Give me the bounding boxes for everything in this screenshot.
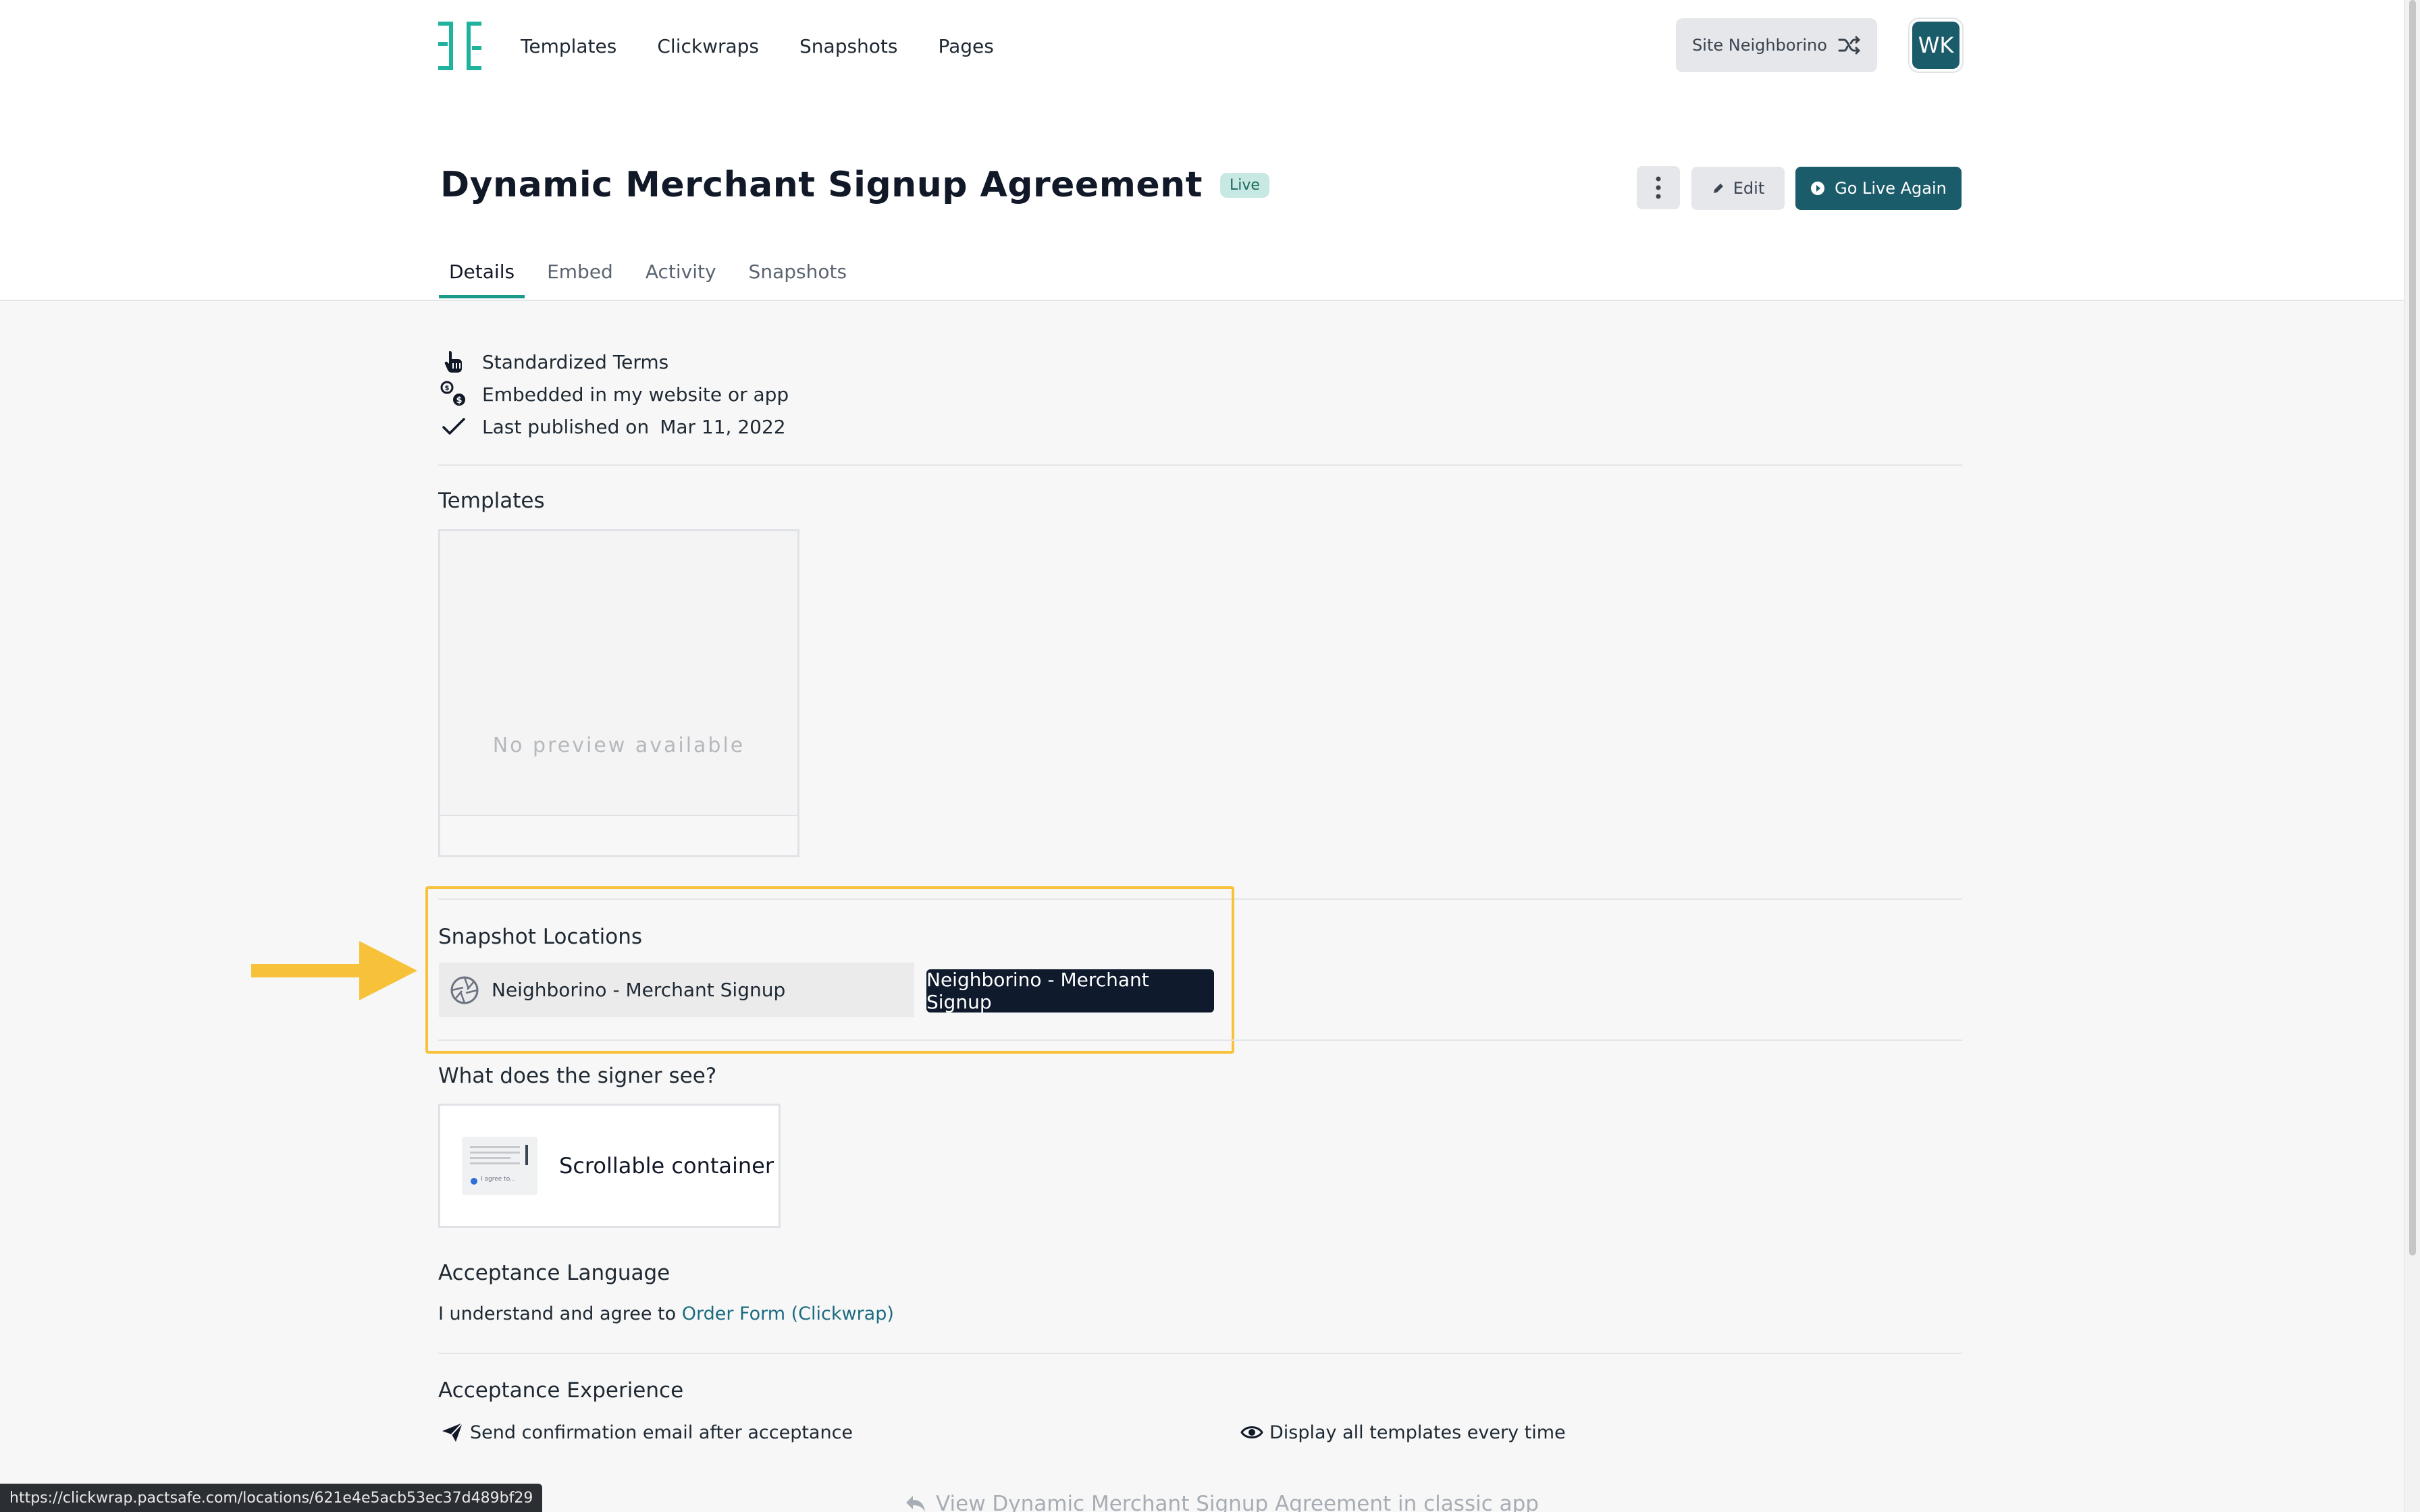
page-title: Dynamic Merchant Signup Agreement (440, 165, 1203, 205)
snapshot-location-item[interactable]: Neighborino - Merchant Signup (439, 963, 914, 1017)
play-circle-icon (1811, 182, 1825, 195)
kebab-menu-icon (1656, 176, 1661, 199)
meta-embedded: $ $ Embedded in my website or app (440, 378, 789, 410)
divider (438, 464, 1962, 466)
display-templates-item: Display all templates every time (1240, 1420, 1566, 1444)
clickwrap-meta: Standardized Terms $ $ Embedded in my we… (440, 346, 789, 443)
confirmation-email-item: Send confirmation email after acceptance (440, 1420, 853, 1444)
confirmation-email-text: Send confirmation email after acceptance (470, 1422, 853, 1443)
meta-terms-text: Standardized Terms (482, 350, 669, 373)
templates-title: Templates (438, 489, 545, 513)
nav-pages[interactable]: Pages (939, 35, 994, 57)
site-switch-label: Site Neighborino (1692, 36, 1827, 55)
acceptance-language-text: I understand and agree to Order Form (Cl… (438, 1303, 894, 1324)
page-scrollbar[interactable] (2404, 0, 2420, 1512)
eye-icon (1240, 1420, 1264, 1444)
coins-icon: $ $ (440, 381, 467, 408)
user-avatar[interactable]: WK (1912, 22, 1959, 69)
meta-published-date: Mar 11, 2022 (660, 415, 786, 438)
preview-card-footer (440, 815, 797, 855)
svg-text:$: $ (445, 385, 450, 392)
meta-published: Last published on Mar 11, 2022 (440, 410, 789, 443)
tab-details[interactable]: Details (439, 261, 525, 298)
template-preview-card[interactable]: No preview available (438, 529, 799, 857)
top-header: Templates Clickwraps Snapshots Pages Sit… (0, 0, 2404, 301)
scrollable-container-thumbnail: I agree to... (462, 1137, 537, 1195)
aperture-icon (450, 976, 479, 1004)
scrollable-container-card[interactable]: I agree to... Scrollable container (438, 1104, 781, 1228)
container-preview-icon (470, 1145, 528, 1185)
snapshot-location-tag[interactable]: Neighborino - Merchant Signup (926, 969, 1214, 1013)
signer-title: What does the signer see? (438, 1064, 717, 1088)
more-options-button[interactable] (1637, 166, 1680, 209)
nav-snapshots[interactable]: Snapshots (799, 35, 897, 57)
classic-app-link[interactable]: View Dynamic Merchant Signup Agreement i… (905, 1492, 1539, 1512)
scrollable-container-label: Scrollable container (559, 1153, 774, 1179)
divider (438, 1353, 1962, 1354)
divider (438, 1040, 1962, 1041)
reply-arrow-icon (906, 1496, 925, 1512)
pactsafe-logo-icon[interactable] (438, 22, 481, 70)
classic-app-link-text: View Dynamic Merchant Signup Agreement i… (936, 1492, 1539, 1512)
hand-pointer-icon (440, 348, 467, 375)
order-form-link[interactable]: Order Form (Clickwrap) (682, 1303, 894, 1324)
meta-published-label: Last published on (482, 415, 650, 438)
shuffle-icon (1838, 36, 1860, 55)
edit-button-label: Edit (1733, 179, 1765, 198)
no-preview-text: No preview available (492, 734, 745, 757)
tab-embed[interactable]: Embed (537, 261, 623, 298)
display-templates-text: Display all templates every time (1269, 1422, 1566, 1443)
status-badge: Live (1220, 172, 1269, 198)
tab-bar: Details Embed Activity Snapshots (439, 261, 869, 298)
go-live-again-label: Go Live Again (1835, 179, 1947, 198)
nav-clickwraps[interactable]: Clickwraps (657, 35, 759, 57)
site-switch-button[interactable]: Site Neighborino (1676, 18, 1877, 72)
meta-terms: Standardized Terms (440, 346, 789, 378)
snapshot-locations-title: Snapshot Locations (438, 925, 643, 949)
meta-embedded-text: Embedded in my website or app (482, 383, 789, 406)
acceptance-language-prefix: I understand and agree to (438, 1303, 682, 1324)
check-icon (440, 413, 467, 440)
svg-text:$: $ (456, 396, 462, 406)
main-nav: Templates Clickwraps Snapshots Pages (438, 19, 1034, 73)
title-row: Dynamic Merchant Signup Agreement Live (440, 165, 1269, 205)
container-thumb-text: I agree to... (481, 1176, 516, 1183)
acceptance-language-title: Acceptance Language (438, 1261, 670, 1285)
arrow-right-icon (251, 941, 417, 1000)
acceptance-experience-title: Acceptance Experience (438, 1378, 684, 1403)
scrollbar-thumb[interactable] (2409, 0, 2416, 1256)
tab-snapshots[interactable]: Snapshots (739, 261, 857, 298)
pencil-icon (1713, 184, 1723, 193)
paper-plane-icon (440, 1420, 465, 1444)
edit-button[interactable]: Edit (1691, 167, 1785, 210)
snapshot-location-label: Neighborino - Merchant Signup (492, 979, 786, 1001)
nav-templates[interactable]: Templates (521, 35, 616, 57)
status-bar-url: https://clickwrap.pactsafe.com/locations… (0, 1484, 543, 1512)
tab-activity[interactable]: Activity (635, 261, 727, 298)
go-live-again-button[interactable]: Go Live Again (1795, 167, 1962, 210)
